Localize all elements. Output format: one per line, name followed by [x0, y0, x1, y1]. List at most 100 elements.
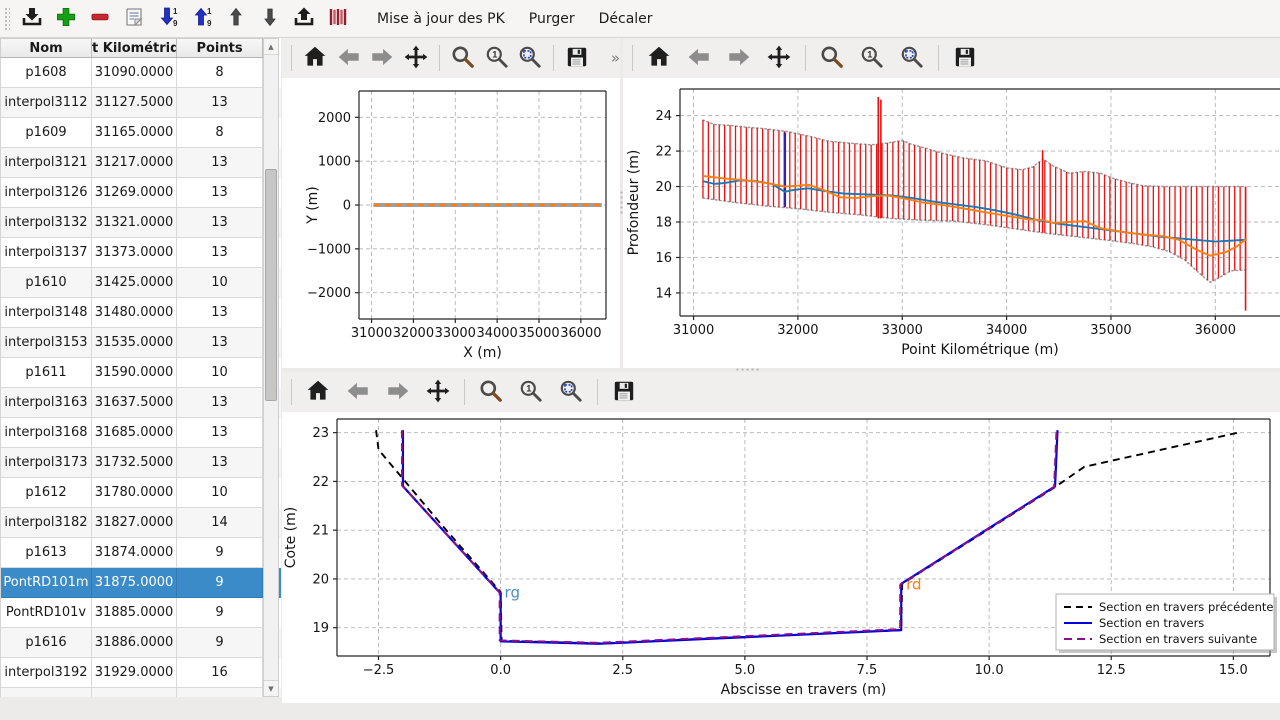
profile-view-canvas[interactable]: 3100032000330003400035000360001416182022… [623, 78, 1280, 368]
back-button[interactable] [682, 41, 716, 75]
table-row[interactable]: interpol317331732.500013 [1, 448, 281, 478]
cell-nom: interpol3192 [1, 658, 92, 688]
purge-button[interactable]: Purger [519, 5, 585, 33]
cell-points: 10 [177, 268, 263, 298]
cell-nom: p1608 [1, 58, 92, 88]
cell-pk: 31590.0000 [92, 358, 177, 388]
cross-section-canvas[interactable]: −2.50.02.55.07.510.012.515.01920212223Ab… [282, 412, 1280, 703]
cell-nom: interpol3173 [1, 448, 92, 478]
zoom-one-button[interactable]: 1 [514, 375, 548, 409]
save-button[interactable] [563, 41, 591, 75]
cell-points: 16 [177, 658, 263, 688]
zoom-fit-button[interactable] [516, 41, 544, 75]
home-button[interactable] [301, 41, 329, 75]
table-row[interactable]: p161131590.000010 [1, 358, 281, 388]
cell-pk: 31425.0000 [92, 268, 177, 298]
table-row[interactable]: interpol319231929.000016 [1, 658, 281, 688]
table-row[interactable]: p161231780.000010 [1, 478, 281, 508]
cell-pk: 31480.0000 [92, 298, 177, 328]
svg-text:1: 1 [526, 383, 531, 393]
scroll-down-button[interactable]: ▼ [264, 680, 278, 696]
shift-button[interactable]: Décaler [589, 5, 663, 33]
scrollbar-thumb[interactable] [265, 169, 277, 401]
sort-up-button[interactable]: 19 [186, 3, 218, 35]
zoom-button[interactable] [449, 41, 477, 75]
cell-nom: interpol3168 [1, 418, 92, 448]
column-header-pk[interactable]: t Kilométrique [92, 38, 177, 58]
table-row[interactable]: interpol313731373.000013 [1, 238, 281, 268]
toolbar-overflow-chevron[interactable]: » [611, 49, 620, 67]
table-scrollbar[interactable]: ▲ ▼ [263, 38, 279, 697]
table-row[interactable]: PontRD101v31885.00009 [1, 598, 281, 628]
table-row[interactable]: interpol313231321.000013 [1, 208, 281, 238]
add-button[interactable] [50, 3, 82, 35]
zoom-fit-button[interactable] [554, 375, 588, 409]
cell-points: 10 [177, 358, 263, 388]
column-header-nom[interactable]: Nom [0, 38, 92, 58]
back-button[interactable] [341, 375, 375, 409]
svg-text:Abscisse en travers (m): Abscisse en travers (m) [721, 682, 887, 698]
table-row[interactable]: interpol316331637.500013 [1, 388, 281, 418]
cell-nom: interpol3163 [1, 388, 92, 418]
table-row[interactable]: interpol318231827.000014 [1, 508, 281, 538]
pan-button[interactable] [402, 41, 430, 75]
table-row[interactable]: interpol314831480.000013 [1, 298, 281, 328]
table-row[interactable]: interpol316831685.000013 [1, 418, 281, 448]
table-row[interactable]: p160831090.00008 [1, 58, 281, 88]
zoom-button[interactable] [474, 375, 508, 409]
cell-points: 8 [177, 58, 263, 88]
vertical-splitter-grip[interactable] [619, 190, 624, 216]
back-button[interactable] [335, 41, 363, 75]
table-row[interactable]: p161031425.000010 [1, 268, 281, 298]
export-button[interactable] [288, 3, 320, 35]
move-down-button[interactable] [254, 3, 286, 35]
toolbar-separator [597, 379, 598, 405]
table-row[interactable]: p161631886.00009 [1, 628, 281, 658]
move-up-button[interactable] [220, 3, 252, 35]
save-button[interactable] [948, 41, 982, 75]
horizontal-splitter-grip[interactable] [735, 367, 761, 372]
table-row[interactable]: interpol315331535.000013 [1, 328, 281, 358]
notes-button[interactable] [118, 3, 150, 35]
save-icon [952, 44, 978, 73]
table-row[interactable]: interpol312631269.000013 [1, 178, 281, 208]
import-button[interactable] [16, 3, 48, 35]
toolbar-grip[interactable] [3, 6, 10, 32]
table-row[interactable]: p161331874.00009 [1, 538, 281, 568]
table-row[interactable]: interpol311231127.500013 [1, 88, 281, 118]
zoom-one-button[interactable]: 1 [483, 41, 511, 75]
table-row[interactable]: PontRD101m31875.00009 [1, 568, 281, 598]
svg-text:1: 1 [492, 49, 497, 59]
forward-button[interactable] [722, 41, 756, 75]
svg-text:12.5: 12.5 [1097, 663, 1126, 678]
plan-view-canvas[interactable]: 310003200033000340003500036000−2000−1000… [282, 78, 620, 368]
cell-points: 13 [177, 388, 263, 418]
scroll-up-button[interactable]: ▲ [264, 39, 278, 55]
save-button[interactable] [607, 375, 641, 409]
table-row[interactable]: interpol312131217.000013 [1, 148, 281, 178]
home-button[interactable] [642, 41, 676, 75]
table-row[interactable]: p160931165.00008 [1, 118, 281, 148]
svg-text:19: 19 [312, 621, 329, 636]
column-header-points[interactable]: Points [177, 38, 263, 58]
tray-up-icon [292, 5, 316, 32]
table-row-empty[interactable] [1, 688, 281, 697]
svg-text:5.0: 5.0 [735, 663, 756, 678]
svg-text:31000: 31000 [351, 326, 392, 341]
update-pk-button[interactable]: Mise à jour des PK [367, 5, 515, 33]
delete-button[interactable] [84, 3, 116, 35]
zoom-fit-button[interactable] [895, 41, 929, 75]
home-button[interactable] [301, 375, 335, 409]
cell-points: 9 [177, 568, 263, 598]
zoom-button[interactable] [815, 41, 849, 75]
cell-points: 10 [177, 478, 263, 508]
pan-button[interactable] [421, 375, 455, 409]
forward-button[interactable] [368, 41, 396, 75]
toolbar-separator [464, 379, 465, 405]
forward-button[interactable] [381, 375, 415, 409]
sort-down-button[interactable]: 19 [152, 3, 184, 35]
pan-button[interactable] [762, 41, 796, 75]
arrow-up-icon [224, 5, 248, 32]
zoom-one-button[interactable]: 1 [855, 41, 889, 75]
sections-button[interactable] [322, 3, 354, 35]
